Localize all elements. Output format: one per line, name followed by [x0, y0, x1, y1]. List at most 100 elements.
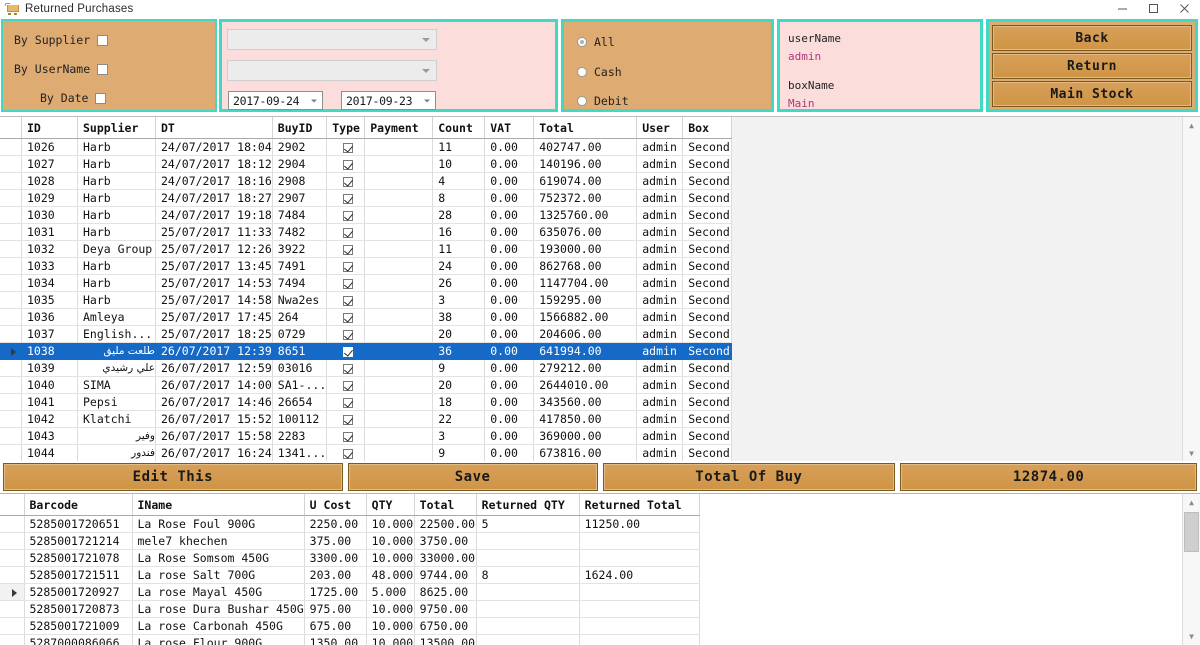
- table-row[interactable]: 1041Pepsi26/07/2017 14:4626654180.003435…: [0, 394, 732, 411]
- cell-dt[interactable]: 26/07/2017 15:52: [156, 411, 273, 428]
- cell-box[interactable]: Second: [683, 190, 732, 207]
- type-checkbox-icon[interactable]: [343, 347, 353, 357]
- cell-id[interactable]: 1026: [22, 139, 78, 156]
- table-row[interactable]: 1040SIMA26/07/2017 14:00SA1-...200.00264…: [0, 377, 732, 394]
- type-checkbox-icon[interactable]: [343, 160, 353, 170]
- cell-type[interactable]: [327, 139, 365, 156]
- row-selector[interactable]: [0, 173, 22, 190]
- cell-user[interactable]: admin: [637, 309, 683, 326]
- cell-user[interactable]: admin: [637, 190, 683, 207]
- row-selector[interactable]: [0, 601, 24, 618]
- cell-qty[interactable]: 5.000: [366, 584, 414, 601]
- cell-returned-total[interactable]: 11250.00: [579, 516, 699, 533]
- type-checkbox-icon[interactable]: [343, 211, 353, 221]
- type-checkbox-icon[interactable]: [343, 330, 353, 340]
- cell-returned-qty[interactable]: [476, 533, 579, 550]
- cell-supplier[interactable]: Klatchi: [78, 411, 156, 428]
- cell-box[interactable]: Second: [683, 394, 732, 411]
- row-selector[interactable]: [0, 635, 24, 645]
- cell-box[interactable]: Second: [683, 173, 732, 190]
- cell-id[interactable]: 1039: [22, 360, 78, 377]
- cell-payment[interactable]: [365, 326, 433, 343]
- type-checkbox-icon[interactable]: [343, 381, 353, 391]
- cell-dt[interactable]: 24/07/2017 18:12: [156, 156, 273, 173]
- cell-supplier[interactable]: Deya Group: [78, 241, 156, 258]
- cell-user[interactable]: admin: [637, 156, 683, 173]
- col-id[interactable]: ID: [22, 117, 78, 139]
- scroll-up-icon[interactable]: ▲: [1183, 117, 1200, 134]
- cell-vat[interactable]: 0.00: [485, 275, 534, 292]
- cell-vat[interactable]: 0.00: [485, 292, 534, 309]
- table-row[interactable]: 5285001721009La rose Carbonah 450G675.00…: [0, 618, 699, 635]
- cell-type[interactable]: [327, 428, 365, 445]
- cell-buyid[interactable]: 26654: [272, 394, 326, 411]
- cell-box[interactable]: Second: [683, 207, 732, 224]
- cell-payment[interactable]: [365, 428, 433, 445]
- cell-iname[interactable]: La rose Salt 700G: [132, 567, 304, 584]
- scroll-thumb[interactable]: [1184, 512, 1199, 552]
- purchases-scrollbar[interactable]: ▲ ▼: [1182, 117, 1200, 462]
- type-checkbox-icon[interactable]: [343, 364, 353, 374]
- cell-box[interactable]: Second: [683, 156, 732, 173]
- save-button[interactable]: Save: [348, 463, 598, 491]
- cell-iname[interactable]: La Rose Somsom 450G: [132, 550, 304, 567]
- filter-by-username-checkbox[interactable]: [97, 64, 108, 75]
- row-selector[interactable]: [0, 139, 22, 156]
- cell-total[interactable]: 752372.00: [534, 190, 637, 207]
- cell-iname[interactable]: La rose Mayal 450G: [132, 584, 304, 601]
- cell-id[interactable]: 1033: [22, 258, 78, 275]
- cell-dt[interactable]: 25/07/2017 12:26: [156, 241, 273, 258]
- cell-qty[interactable]: 10.000: [366, 635, 414, 645]
- row-selector[interactable]: [0, 567, 24, 584]
- payment-option-cash[interactable]: Cash: [564, 63, 777, 81]
- back-button[interactable]: Back: [992, 25, 1192, 51]
- cell-type[interactable]: [327, 207, 365, 224]
- payment-option-cash-radio[interactable]: [577, 67, 587, 77]
- cell-total[interactable]: 6750.00: [414, 618, 476, 635]
- cell-payment[interactable]: [365, 224, 433, 241]
- cell-box[interactable]: Second: [683, 241, 732, 258]
- cell-dt[interactable]: 26/07/2017 14:00: [156, 377, 273, 394]
- table-row[interactable]: 5285001720873La rose Dura Bushar 450G975…: [0, 601, 699, 618]
- type-checkbox-icon[interactable]: [343, 228, 353, 238]
- cell-supplier[interactable]: Harb: [78, 190, 156, 207]
- cell-vat[interactable]: 0.00: [485, 156, 534, 173]
- cell-user[interactable]: admin: [637, 394, 683, 411]
- row-selector[interactable]: [0, 309, 22, 326]
- cell-supplier[interactable]: Harb: [78, 292, 156, 309]
- cell-returned-total[interactable]: [579, 533, 699, 550]
- cell-vat[interactable]: 0.00: [485, 224, 534, 241]
- cell-buyid[interactable]: 100112: [272, 411, 326, 428]
- cell-count[interactable]: 38: [433, 309, 485, 326]
- cell-type[interactable]: [327, 309, 365, 326]
- cell-type[interactable]: [327, 275, 365, 292]
- cell-returned-total[interactable]: 1624.00: [579, 567, 699, 584]
- cell-ucost[interactable]: 675.00: [304, 618, 366, 635]
- type-checkbox-icon[interactable]: [343, 432, 353, 442]
- cell-returned-total[interactable]: [579, 550, 699, 567]
- cell-type[interactable]: [327, 394, 365, 411]
- cell-count[interactable]: 16: [433, 224, 485, 241]
- maximize-icon[interactable]: [1138, 0, 1169, 17]
- cell-buyid[interactable]: 2283: [272, 428, 326, 445]
- table-row[interactable]: 5285001721511La rose Salt 700G203.0048.0…: [0, 567, 699, 584]
- cell-supplier[interactable]: Amleya: [78, 309, 156, 326]
- type-checkbox-icon[interactable]: [343, 398, 353, 408]
- col-box[interactable]: Box: [683, 117, 732, 139]
- cell-payment[interactable]: [365, 360, 433, 377]
- cell-id[interactable]: 1030: [22, 207, 78, 224]
- edit-this-button[interactable]: Edit This: [3, 463, 343, 491]
- cell-count[interactable]: 11: [433, 139, 485, 156]
- cell-total[interactable]: 140196.00: [534, 156, 637, 173]
- cell-type[interactable]: [327, 173, 365, 190]
- main-stock-button[interactable]: Main Stock: [992, 81, 1192, 107]
- cell-vat[interactable]: 0.00: [485, 428, 534, 445]
- cell-count[interactable]: 22: [433, 411, 485, 428]
- cell-vat[interactable]: 0.00: [485, 377, 534, 394]
- cell-barcode[interactable]: 5285001721009: [24, 618, 132, 635]
- cell-buyid[interactable]: 3922: [272, 241, 326, 258]
- cell-id[interactable]: 1029: [22, 190, 78, 207]
- table-row[interactable]: 1035Harb25/07/2017 14:58Nwa2es30.0015929…: [0, 292, 732, 309]
- cell-ucost[interactable]: 1725.00: [304, 584, 366, 601]
- cell-user[interactable]: admin: [637, 241, 683, 258]
